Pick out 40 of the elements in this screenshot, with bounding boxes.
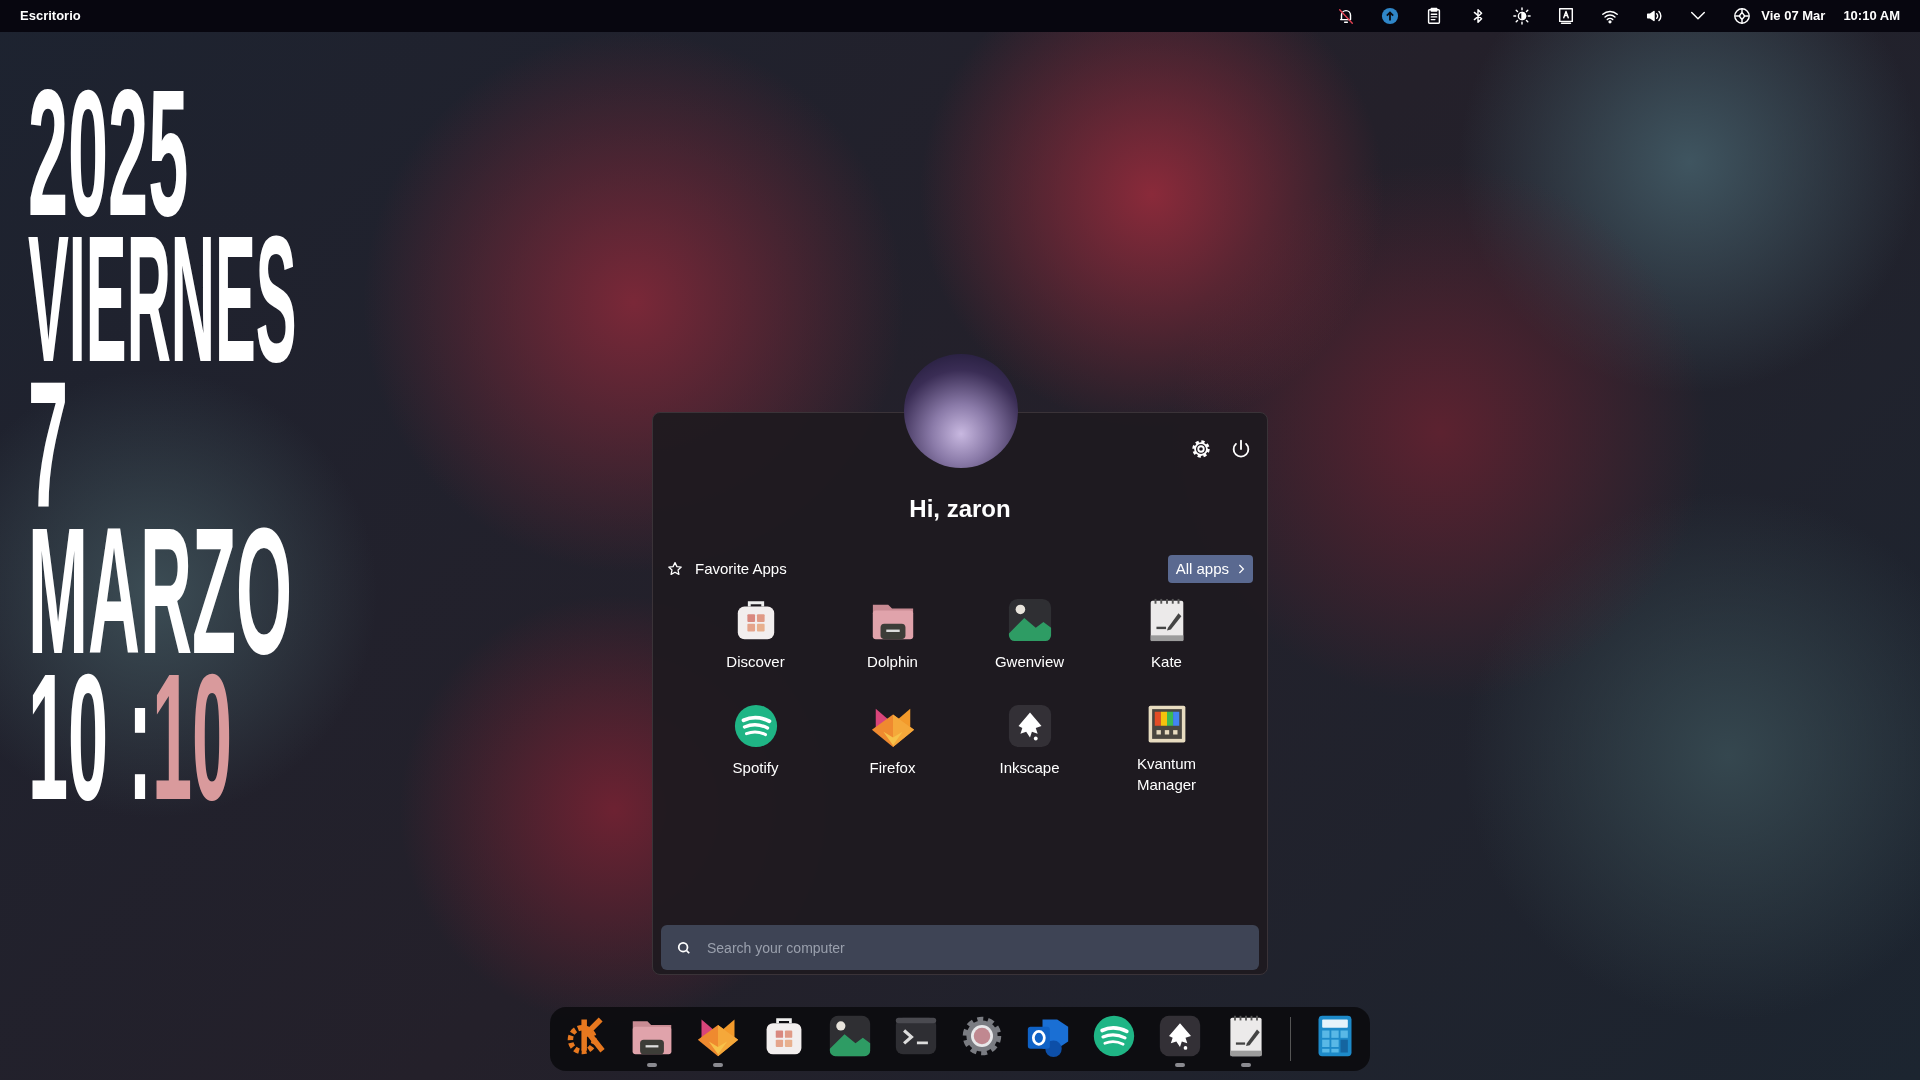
- brightness-icon[interactable]: [1513, 7, 1532, 25]
- network-icon[interactable]: [1733, 7, 1752, 25]
- running-indicator: [646, 1063, 657, 1067]
- greeting-text: Hi, zaron: [909, 494, 1011, 524]
- running-indicator: [1240, 1063, 1251, 1067]
- update-icon[interactable]: [1381, 7, 1400, 25]
- clock-time[interactable]: 10:10 AM: [1843, 6, 1900, 26]
- app-launcher-item[interactable]: Discover: [687, 597, 824, 689]
- star-icon: [667, 561, 683, 577]
- app-launcher-item[interactable]: Dolphin: [824, 597, 961, 689]
- input-method-icon[interactable]: [1557, 7, 1576, 25]
- image-icon: [827, 1014, 872, 1058]
- search-field[interactable]: Search your computer: [661, 925, 1259, 970]
- clock-year: 2025: [28, 80, 189, 226]
- running-indicator: [1174, 1063, 1185, 1067]
- app-launcher-item[interactable]: Kate: [1098, 597, 1235, 689]
- app-launcher-item[interactable]: Firefox: [824, 703, 961, 795]
- inkscape-icon: [1157, 1014, 1202, 1058]
- clock-minutes: 10: [152, 664, 233, 810]
- clock-day: 7: [28, 372, 69, 518]
- date-label[interactable]: Vie 07 Mar: [1761, 6, 1826, 26]
- image-icon: [1006, 597, 1053, 643]
- app-launcher-item[interactable]: Gwenview: [961, 597, 1098, 689]
- clock-hours: 10 :: [28, 664, 153, 810]
- app-launcher-item[interactable]: Spotify: [687, 703, 824, 795]
- chevron-right-icon: [1237, 563, 1245, 575]
- clock-weekday: VIERNES: [28, 226, 297, 372]
- settings-button[interactable]: [1189, 437, 1213, 461]
- all-apps-button[interactable]: All apps: [1167, 555, 1253, 583]
- workspace-label[interactable]: Escritorio: [20, 6, 81, 26]
- section-title: Favorite Apps: [695, 558, 787, 579]
- notifications-off-icon[interactable]: [1337, 7, 1356, 25]
- running-indicator: [712, 1063, 723, 1067]
- inkscape-icon: [1006, 703, 1053, 749]
- spotify-icon: [732, 703, 779, 749]
- spotify-icon: [1091, 1014, 1136, 1058]
- search-icon: [677, 941, 691, 955]
- app-launcher-item[interactable]: Kvantum Manager: [1098, 703, 1235, 795]
- clock-month: MARZO: [28, 518, 292, 664]
- app-launcher-item[interactable]: Inkscape: [961, 703, 1098, 795]
